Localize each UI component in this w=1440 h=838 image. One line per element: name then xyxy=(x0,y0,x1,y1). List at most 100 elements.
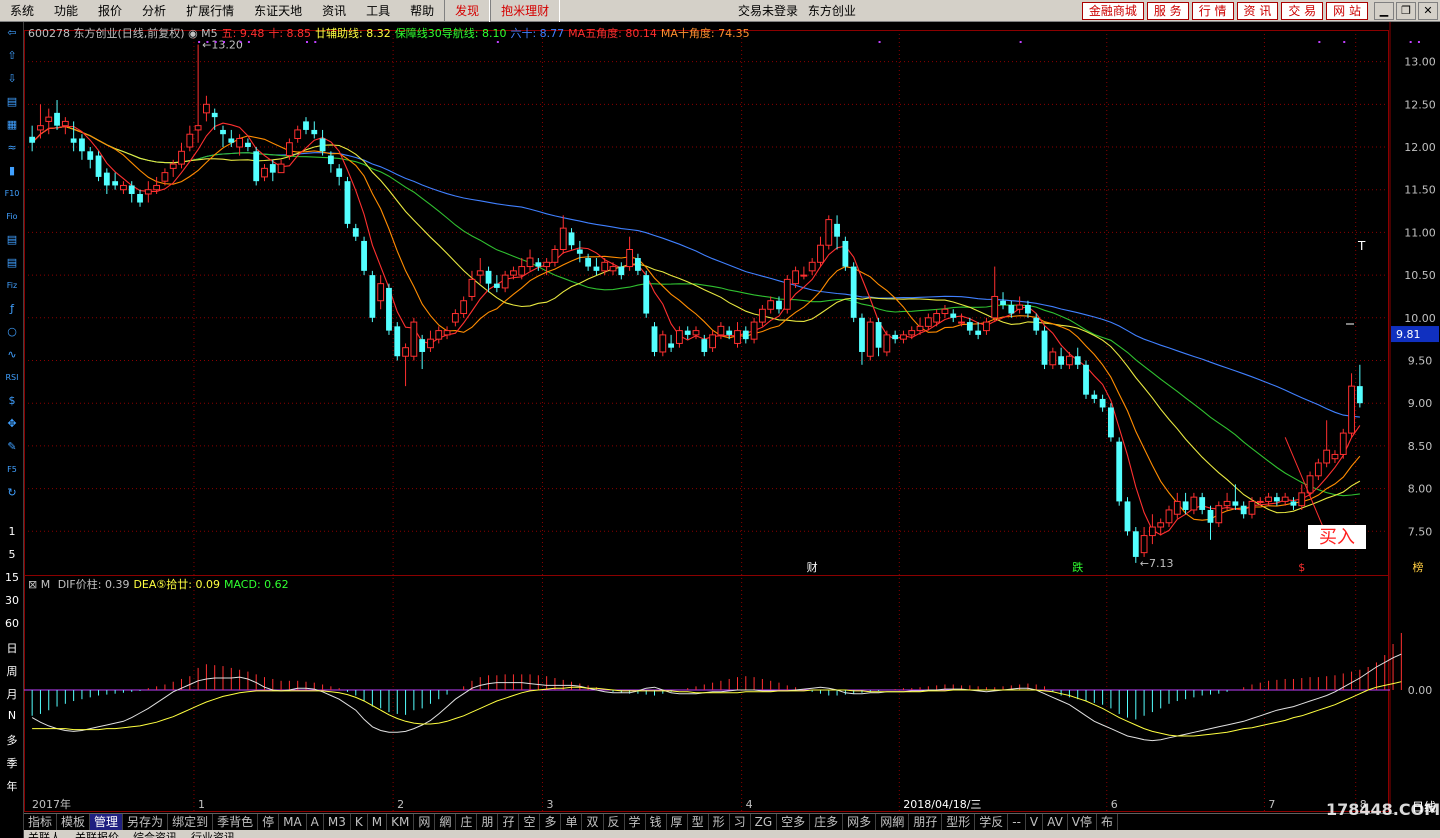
rsi-icon[interactable]: RSI xyxy=(3,369,21,387)
period-button[interactable]: 季 xyxy=(2,755,22,771)
menu-discover[interactable]: 发现 xyxy=(444,0,491,22)
status-item[interactable]: 关联人 xyxy=(24,830,61,838)
indicator-tab[interactable]: 庄多 xyxy=(810,814,844,830)
indicator-tab[interactable]: ZG xyxy=(751,814,778,830)
right-button[interactable]: 资 讯 xyxy=(1236,2,1279,20)
indicator-tab[interactable]: A xyxy=(307,814,324,830)
indicator-tab[interactable]: 学 xyxy=(625,814,646,830)
indicator-tab[interactable]: 指标 xyxy=(24,814,58,830)
indicator-tab[interactable]: 布 xyxy=(1097,814,1119,830)
news-icon[interactable]: ▤ xyxy=(3,254,21,272)
period-button[interactable]: 30 xyxy=(2,594,22,607)
minimize-icon[interactable]: ▁ xyxy=(1374,2,1394,20)
back-arrow-icon[interactable]: ⇦ xyxy=(3,24,21,42)
menu-wealth[interactable]: 抱米理财 xyxy=(490,0,561,22)
period-button[interactable]: 15 xyxy=(2,571,22,584)
indicator-tab[interactable]: K xyxy=(351,814,368,830)
indicator-tab[interactable]: 管理 xyxy=(90,814,124,830)
close-icon[interactable]: ✕ xyxy=(1418,2,1438,20)
indicator-tab[interactable]: 庄 xyxy=(456,814,478,830)
doc-icon[interactable]: ▤ xyxy=(3,231,21,249)
period-button[interactable]: N xyxy=(2,709,22,722)
up-arrow-icon[interactable]: ⇧ xyxy=(3,47,21,65)
indicator-tab[interactable]: 網 xyxy=(435,814,457,830)
indicator-tab[interactable]: 钱 xyxy=(646,814,667,830)
menu-item[interactable]: 东证天地 xyxy=(244,0,312,22)
restore-icon[interactable]: ❐ xyxy=(1396,2,1416,20)
grid-icon[interactable]: ▦ xyxy=(3,116,21,134)
status-item[interactable]: 行业资讯 xyxy=(187,830,235,838)
menu-item[interactable]: 分析 xyxy=(132,0,176,22)
menu-item[interactable]: 系统 xyxy=(0,0,44,22)
line-chart-icon[interactable]: ≈ xyxy=(3,139,21,157)
indicator-tab[interactable]: 学反 xyxy=(975,814,1009,830)
candle-body xyxy=(651,326,658,352)
period-button[interactable]: 1 xyxy=(2,525,22,538)
indicator-tab[interactable]: 空多 xyxy=(777,814,811,830)
indicator-tab[interactable]: KM xyxy=(387,814,415,830)
indicator-tab[interactable]: AV xyxy=(1043,814,1068,830)
indicator-tab[interactable]: 另存为 xyxy=(123,814,169,830)
quote-list-icon[interactable]: ▤ xyxy=(3,93,21,111)
right-button[interactable]: 网 站 xyxy=(1326,2,1368,20)
menu-item[interactable]: 报价 xyxy=(88,0,132,22)
indicator-tab[interactable]: V xyxy=(1026,814,1044,830)
fio-icon[interactable]: Fio xyxy=(3,208,21,226)
menu-item[interactable]: 资讯 xyxy=(312,0,356,22)
f10-icon[interactable]: F10 xyxy=(3,185,21,203)
indicator-tab[interactable]: 多 xyxy=(540,814,562,830)
refresh-icon[interactable]: ↻ xyxy=(3,484,21,502)
menu-item[interactable]: 帮助 xyxy=(400,0,444,22)
menu-item[interactable]: 功能 xyxy=(44,0,88,22)
indicator-tab[interactable]: 网 xyxy=(414,814,436,830)
f5-icon[interactable]: F5 xyxy=(3,461,21,479)
ring-icon[interactable]: ○ xyxy=(3,323,21,341)
indicator-tab[interactable]: 孖 xyxy=(498,814,520,830)
pencil-icon[interactable]: ✎ xyxy=(3,438,21,456)
indicator-tab[interactable]: 单 xyxy=(561,814,583,830)
down-arrow-icon[interactable]: ⇩ xyxy=(3,70,21,88)
move-icon[interactable]: ✥ xyxy=(3,415,21,433)
indicator-tab[interactable]: 模板 xyxy=(57,814,91,830)
indicator-tab[interactable]: M3 xyxy=(324,814,351,830)
fiz-icon[interactable]: Fiz xyxy=(3,277,21,295)
indicator-tab[interactable]: 双 xyxy=(582,814,604,830)
status-item[interactable]: 综合资讯 xyxy=(129,830,177,838)
indicator-tab[interactable]: 厚 xyxy=(667,814,688,830)
period-button[interactable]: 日 xyxy=(2,640,22,656)
indicator-tab[interactable]: 型 xyxy=(688,814,709,830)
indicator-tab[interactable]: 季背色 xyxy=(213,814,259,830)
indicator-tab[interactable]: 朋孖 xyxy=(909,814,943,830)
candle-icon[interactable]: ▮ xyxy=(3,162,21,180)
right-button[interactable]: 行 情 xyxy=(1191,2,1234,20)
period-button[interactable]: 年 xyxy=(2,778,22,794)
indicator-tab[interactable]: 停 xyxy=(258,814,280,830)
indicator-tab[interactable]: 朋 xyxy=(477,814,499,830)
indicator-tab[interactable]: 空 xyxy=(519,814,541,830)
f10-alt-icon[interactable]: ƒ xyxy=(3,300,21,318)
indicator-tab[interactable]: 网網 xyxy=(876,814,910,830)
right-button[interactable]: 交 易 xyxy=(1281,2,1324,20)
indicator-tab[interactable]: 型形 xyxy=(942,814,976,830)
wave-icon[interactable]: ∿ xyxy=(3,346,21,364)
period-button[interactable]: 5 xyxy=(2,548,22,561)
indicator-tab[interactable]: 网多 xyxy=(843,814,877,830)
indicator-tab[interactable]: -- xyxy=(1008,814,1026,830)
indicator-tab[interactable]: V停 xyxy=(1068,814,1098,830)
indicator-tab[interactable]: 反 xyxy=(604,814,625,830)
status-item[interactable]: 关联报价 xyxy=(71,830,119,838)
period-button[interactable]: 周 xyxy=(2,663,22,679)
dollar-icon[interactable]: $ xyxy=(3,392,21,410)
period-button[interactable]: 多 xyxy=(2,732,22,748)
indicator-tab[interactable]: MA xyxy=(279,814,307,830)
indicator-tab[interactable]: M xyxy=(368,814,388,830)
indicator-tab[interactable]: 习 xyxy=(730,814,751,830)
indicator-tab[interactable]: 形 xyxy=(709,814,730,830)
right-button[interactable]: 金融商城 xyxy=(1081,2,1144,20)
right-button[interactable]: 服 务 xyxy=(1146,2,1189,20)
menu-item[interactable]: 扩展行情 xyxy=(176,0,244,22)
period-button[interactable]: 60 xyxy=(2,617,22,630)
menu-item[interactable]: 工具 xyxy=(356,0,400,22)
indicator-tab[interactable]: 绑定到 xyxy=(168,814,214,830)
period-button[interactable]: 月 xyxy=(2,686,22,702)
